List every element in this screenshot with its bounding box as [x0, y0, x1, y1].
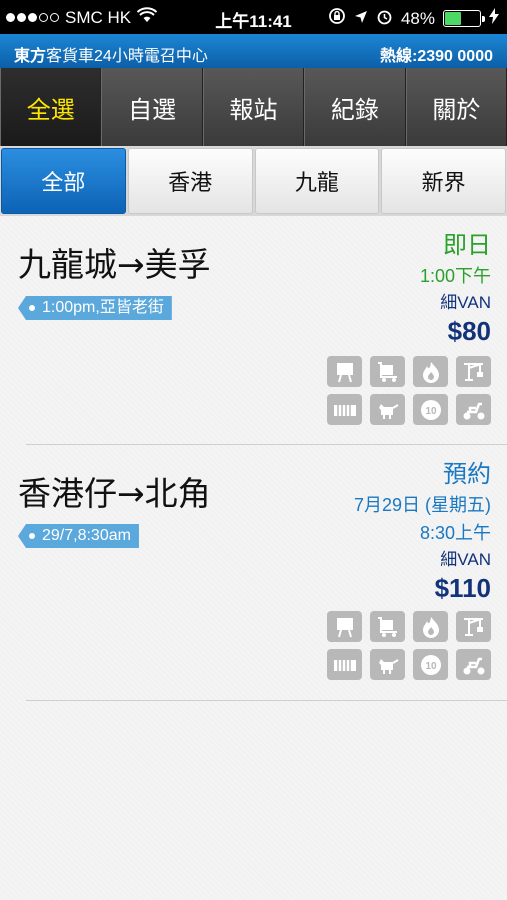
- order-item[interactable]: 九龍城→美孚 1:00pm,亞皆老街 即日 1:00下午 細VAN $80 10: [0, 216, 507, 444]
- location-arrow-icon: [354, 9, 368, 29]
- number-ten-icon: 10: [413, 394, 448, 425]
- crane-icon: [456, 356, 491, 387]
- order-price: $110: [434, 573, 491, 603]
- app-title: 東方客貨車24小時電召中心: [14, 48, 208, 65]
- battery-percent: 48%: [400, 8, 435, 28]
- region-tab-bar: 全部 香港 九龍 新界: [0, 146, 507, 216]
- order-price: $80: [447, 316, 491, 346]
- fire-icon: [413, 611, 448, 642]
- service-icons: 10: [327, 611, 491, 680]
- order-details: 即日 1:00下午 細VAN $80: [420, 230, 491, 346]
- order-type: 預約: [443, 461, 491, 488]
- order-date: 7月29日 (星期五): [353, 495, 491, 515]
- status-right: 48%: [328, 7, 499, 30]
- region-tab-all[interactable]: 全部: [1, 148, 126, 214]
- scooter-icon: [456, 649, 491, 680]
- cart-icon: [370, 356, 405, 387]
- region-tab-hong-kong[interactable]: 香港: [127, 148, 253, 214]
- order-pickup-tag: 1:00pm,亞皆老街: [18, 296, 172, 320]
- number-ten-icon: 10: [413, 649, 448, 680]
- crane-icon: [456, 611, 491, 642]
- orientation-lock-icon: [328, 7, 346, 30]
- board-icon: [327, 356, 362, 387]
- order-vehicle: 細VAN: [440, 550, 491, 569]
- service-icons: 10: [327, 356, 491, 425]
- hotline-text[interactable]: 熱線:2390 0000: [380, 42, 493, 66]
- battery-icon: [443, 10, 485, 27]
- pet-icon: [370, 649, 405, 680]
- alarm-icon: [376, 8, 393, 30]
- tab-about[interactable]: 關於: [405, 68, 507, 146]
- divider: [26, 700, 507, 701]
- truck-bed-icon: [327, 394, 362, 425]
- board-icon: [327, 611, 362, 642]
- tab-all[interactable]: 全選: [0, 68, 102, 146]
- truck-bed-icon: [327, 649, 362, 680]
- pet-icon: [370, 394, 405, 425]
- tab-report-location[interactable]: 報站: [202, 68, 305, 146]
- app-header: 東方客貨車24小時電召中心 熱線:2390 0000: [0, 34, 507, 68]
- order-item[interactable]: 香港仔→北角 29/7,8:30am 預約 7月29日 (星期五) 8:30上午…: [0, 445, 507, 700]
- order-route: 九龍城→美孚: [18, 245, 211, 284]
- order-pickup-tag: 29/7,8:30am: [18, 524, 139, 548]
- region-tab-new-territories[interactable]: 新界: [381, 148, 506, 214]
- main-tab-bar: 全選 自選 報站 紀錄 關於: [0, 68, 507, 146]
- region-tab-kowloon[interactable]: 九龍: [254, 148, 380, 214]
- order-type: 即日: [443, 232, 491, 259]
- order-vehicle: 細VAN: [440, 293, 491, 312]
- tab-custom[interactable]: 自選: [101, 68, 203, 146]
- svg-text:10: 10: [425, 661, 437, 672]
- cart-icon: [370, 611, 405, 642]
- scooter-icon: [456, 394, 491, 425]
- order-route: 香港仔→北角: [18, 474, 211, 513]
- charging-bolt-icon: [489, 8, 499, 29]
- status-bar: SMC HK 上午11:41 48%: [0, 0, 507, 34]
- fire-icon: [413, 356, 448, 387]
- tab-records[interactable]: 紀錄: [304, 68, 406, 146]
- order-time: 1:00下午: [419, 266, 491, 286]
- svg-text:10: 10: [425, 406, 437, 417]
- order-details: 預約 7月29日 (星期五) 8:30上午 細VAN $110: [354, 459, 491, 603]
- order-time: 8:30上午: [419, 523, 491, 543]
